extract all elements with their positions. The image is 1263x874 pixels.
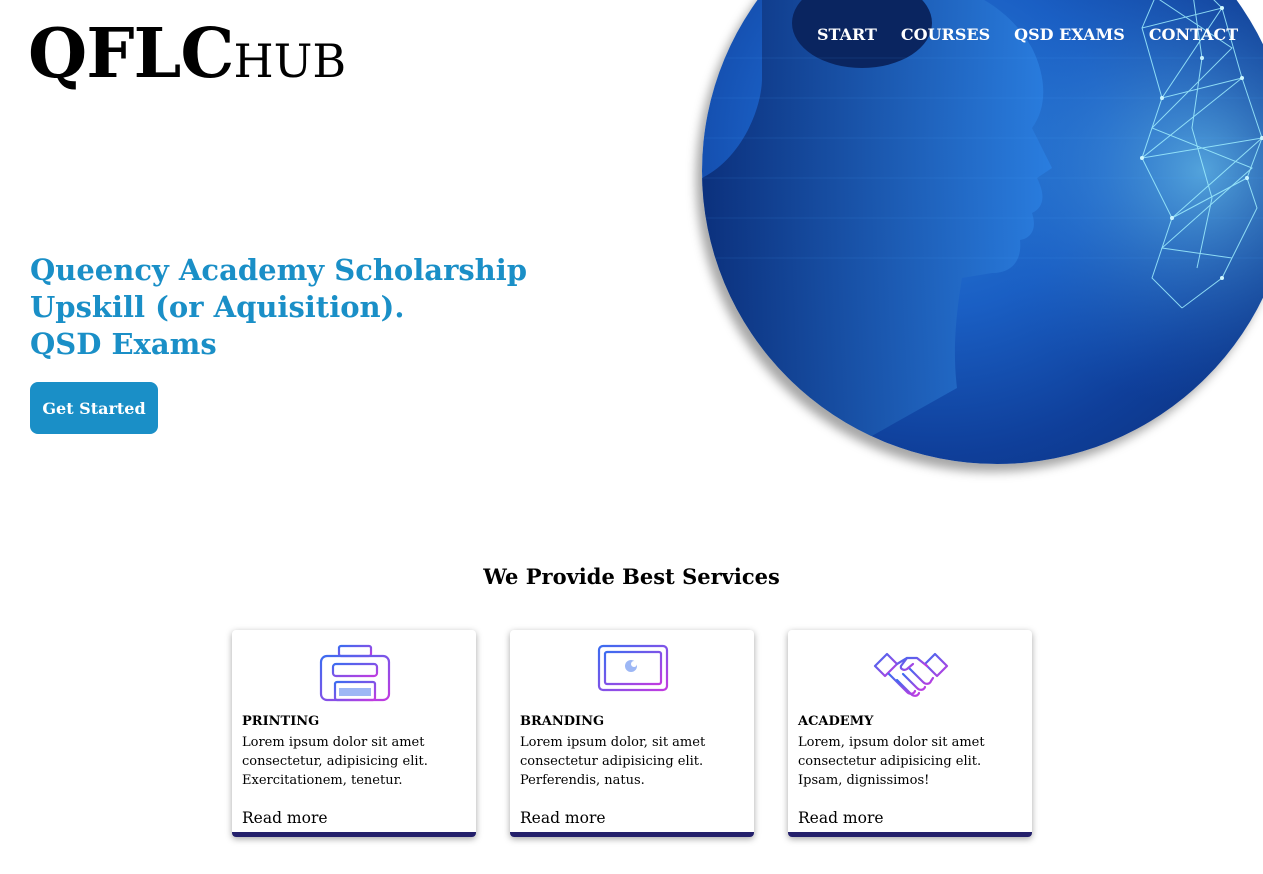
card-title: PRINTING: [242, 714, 320, 729]
service-card-academy: ACADEMY Lorem, ipsum dolor sit amet cons…: [788, 630, 1032, 837]
handshake-icon: [873, 652, 949, 697]
hero-line-3: QSD Exams: [30, 327, 217, 361]
nav-qsd-exams[interactable]: QSD EXAMS: [1014, 25, 1125, 44]
hero-line-1: Queency Academy Scholarship: [30, 253, 528, 287]
read-more-link[interactable]: Read more: [798, 809, 884, 827]
logo-primary: QFLC: [28, 14, 234, 94]
hero-image: [702, 0, 1263, 464]
main-nav: START COURSES QSD EXAMS CONTACT: [817, 25, 1262, 44]
card-title: BRANDING: [520, 714, 605, 729]
card-text: Lorem, ipsum dolor sit amet consectetur …: [798, 735, 985, 788]
hero-line-2: Upskill (or Aquisition).: [30, 290, 405, 324]
brand-logo[interactable]: QFLCHUB: [28, 14, 346, 94]
nav-courses[interactable]: COURSES: [901, 25, 990, 44]
services-heading: We Provide Best Services: [483, 564, 780, 589]
get-started-button[interactable]: Get Started: [30, 382, 158, 434]
hero-title: Queency Academy Scholarship Upskill (or …: [30, 252, 670, 363]
read-more-link[interactable]: Read more: [242, 809, 328, 827]
nav-start[interactable]: START: [817, 25, 877, 44]
service-card-branding: BRANDING Lorem ipsum dolor, sit amet con…: [510, 630, 754, 837]
card-title: ACADEMY: [798, 714, 874, 729]
nav-contact[interactable]: CONTACT: [1149, 25, 1238, 44]
printer-icon: [319, 644, 391, 702]
logo-secondary: HUB: [233, 34, 347, 88]
read-more-link[interactable]: Read more: [520, 809, 606, 827]
card-text: Lorem ipsum dolor, sit amet consectetur …: [520, 735, 706, 788]
service-card-printing: PRINTING Lorem ipsum dolor sit amet cons…: [232, 630, 476, 837]
card-text: Lorem ipsum dolor sit amet consectetur, …: [242, 735, 428, 788]
monitor-icon: [597, 644, 669, 702]
